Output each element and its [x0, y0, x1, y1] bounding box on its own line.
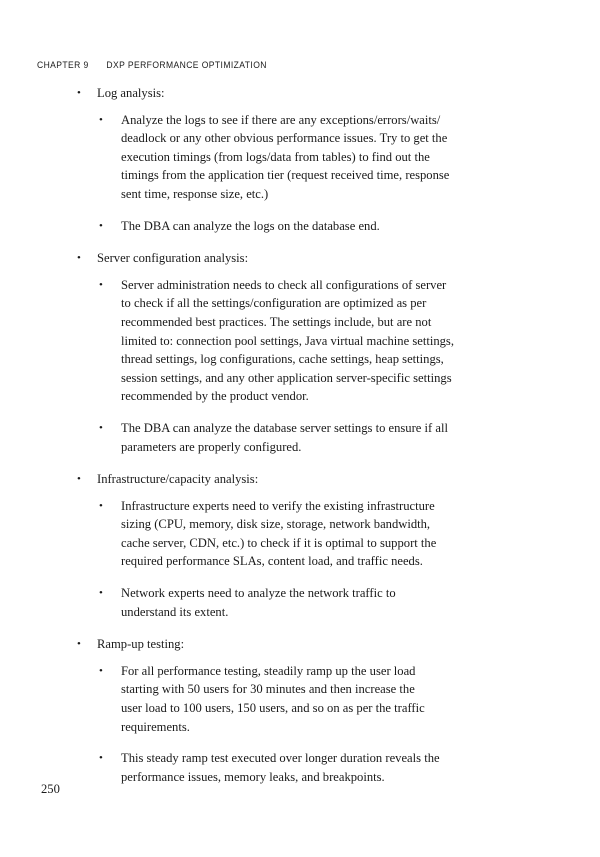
outline-section: Log analysis: Analyze the logs to see if …	[0, 84, 600, 235]
bullet-point-icon	[99, 111, 103, 131]
sub-bullet-text: Infrastructure experts need to verify th…	[121, 498, 437, 569]
running-head: CHAPTER 9 DXP PERFORMANCE OPTIMIZATION	[37, 60, 267, 70]
bullet-point-icon	[77, 470, 81, 490]
running-head-chapter-label: CHAPTER 9	[37, 60, 89, 70]
bullet-point-icon	[77, 249, 81, 269]
section-spacer	[0, 239, 600, 249]
document-page: CHAPTER 9 DXP PERFORMANCE OPTIMIZATION Lo…	[0, 0, 600, 857]
outline-list: Log analysis: Analyze the logs to see if …	[0, 84, 600, 786]
bullet-point-icon	[77, 635, 81, 655]
sub-bullet-text: Network experts need to analyze the netw…	[121, 586, 396, 619]
sub-bullet-list: For all performance testing, steadily ra…	[97, 662, 487, 787]
sub-bullet-text: This steady ramp test executed over long…	[121, 751, 440, 784]
sub-bullet-text: For all performance testing, steadily ra…	[121, 663, 425, 734]
sub-bullet-text: Server administration needs to check all…	[121, 277, 454, 404]
section-heading: Log analysis:	[97, 86, 165, 100]
bullet-point-icon	[77, 84, 81, 104]
sub-bullet-text: Analyze the logs to see if there are any…	[121, 112, 450, 201]
sub-bullet-text: The DBA can analyze the database server …	[121, 420, 448, 454]
sub-bullet-item: For all performance testing, steadily ra…	[97, 662, 487, 736]
bullet-point-icon	[99, 584, 103, 604]
bullet-point-icon	[99, 497, 103, 517]
sub-bullet-item: The DBA can analyze the logs on the data…	[97, 217, 487, 236]
outline-section: Ramp-up testing: For all performance test…	[0, 635, 600, 786]
page-number: 250	[41, 782, 60, 796]
section-heading: Server configuration analysis:	[97, 251, 249, 266]
sub-bullet-list: Infrastructure experts need to verify th…	[97, 497, 487, 622]
section-heading: Ramp-up testing:	[97, 637, 185, 652]
running-head-title: DXP PERFORMANCE OPTIMIZATION	[106, 60, 267, 70]
sub-bullet-list: Server administration needs to check all…	[97, 276, 487, 456]
page-body: Log analysis: Analyze the logs to see if …	[0, 84, 600, 790]
section-heading: Infrastructure/capacity analysis:	[97, 472, 259, 487]
sub-bullet-item: Analyze the logs to see if there are any…	[97, 111, 487, 204]
sub-bullet-item: Server administration needs to check all…	[97, 276, 487, 406]
section-spacer	[0, 625, 600, 635]
sub-bullet-item: Network experts need to analyze the netw…	[97, 584, 487, 621]
sub-bullet-item: The DBA can analyze the database server …	[97, 419, 487, 456]
sub-bullet-text: The DBA can analyze the logs on the data…	[121, 218, 380, 233]
outline-section: Infrastructure/capacity analysis: Infrast…	[0, 470, 600, 621]
sub-bullet-list: Analyze the logs to see if there are any…	[97, 111, 487, 236]
bullet-point-icon	[99, 276, 103, 296]
sub-bullet-item: This steady ramp test executed over long…	[97, 749, 487, 786]
bullet-point-icon	[99, 749, 103, 769]
section-spacer	[0, 460, 600, 470]
outline-section: Server configuration analysis: Server adm…	[0, 249, 600, 456]
bullet-point-icon	[99, 419, 103, 439]
bullet-point-icon	[99, 662, 103, 682]
bullet-point-icon	[99, 217, 103, 237]
sub-bullet-item: Infrastructure experts need to verify th…	[97, 497, 487, 571]
